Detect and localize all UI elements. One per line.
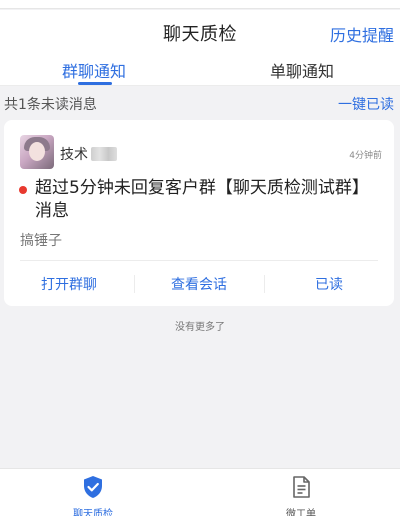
status-strip xyxy=(0,0,400,9)
notification-subtitle: 搞锤子 xyxy=(20,233,62,249)
nav-label: 聊天质检 xyxy=(73,509,113,516)
shield-check-icon xyxy=(84,476,102,498)
blurred-name-icon xyxy=(91,147,117,161)
page-title: 聊天质检 xyxy=(163,24,237,45)
tab-single-notifications[interactable]: 单聊通知 xyxy=(270,58,334,82)
sender-name: 技术 xyxy=(60,144,117,164)
card-actions: 打开群聊 查看会话 已读 xyxy=(4,261,394,306)
nav-micro-ticket[interactable]: 微工单 xyxy=(266,475,336,516)
header: 聊天质检 历史提醒 xyxy=(0,10,400,56)
mark-read-button[interactable]: 已读 xyxy=(264,261,394,306)
unread-count-text: 共1条未读消息 xyxy=(4,97,97,113)
tab-bar: 群聊通知 单聊通知 xyxy=(0,56,400,86)
open-group-chat-button[interactable]: 打开群聊 xyxy=(4,261,134,306)
bottom-nav: 聊天质检 微工单 xyxy=(0,468,400,516)
unread-dot-icon xyxy=(19,186,27,194)
history-reminder-link[interactable]: 历史提醒 xyxy=(330,22,394,46)
active-tab-indicator xyxy=(78,82,112,85)
mark-all-read-link[interactable]: 一键已读 xyxy=(338,94,394,114)
document-icon xyxy=(293,476,310,498)
notification-message: 超过5分钟未回复客户群【聊天质检测试群】消息 xyxy=(35,178,369,221)
no-more-text: 没有更多了 xyxy=(175,322,225,333)
nav-label: 微工单 xyxy=(286,509,316,516)
nav-chat-inspection[interactable]: 聊天质检 xyxy=(58,475,128,516)
notification-card[interactable]: 技术 4分钟前 超过5分钟未回复客户群【聊天质检测试群】消息 搞锤子 打开群聊 … xyxy=(4,120,394,306)
avatar xyxy=(20,135,54,169)
tab-group-notifications[interactable]: 群聊通知 xyxy=(62,58,126,82)
sender-label: 技术 xyxy=(60,147,88,163)
view-conversation-button[interactable]: 查看会话 xyxy=(134,261,264,306)
timestamp: 4分钟前 xyxy=(349,151,382,161)
